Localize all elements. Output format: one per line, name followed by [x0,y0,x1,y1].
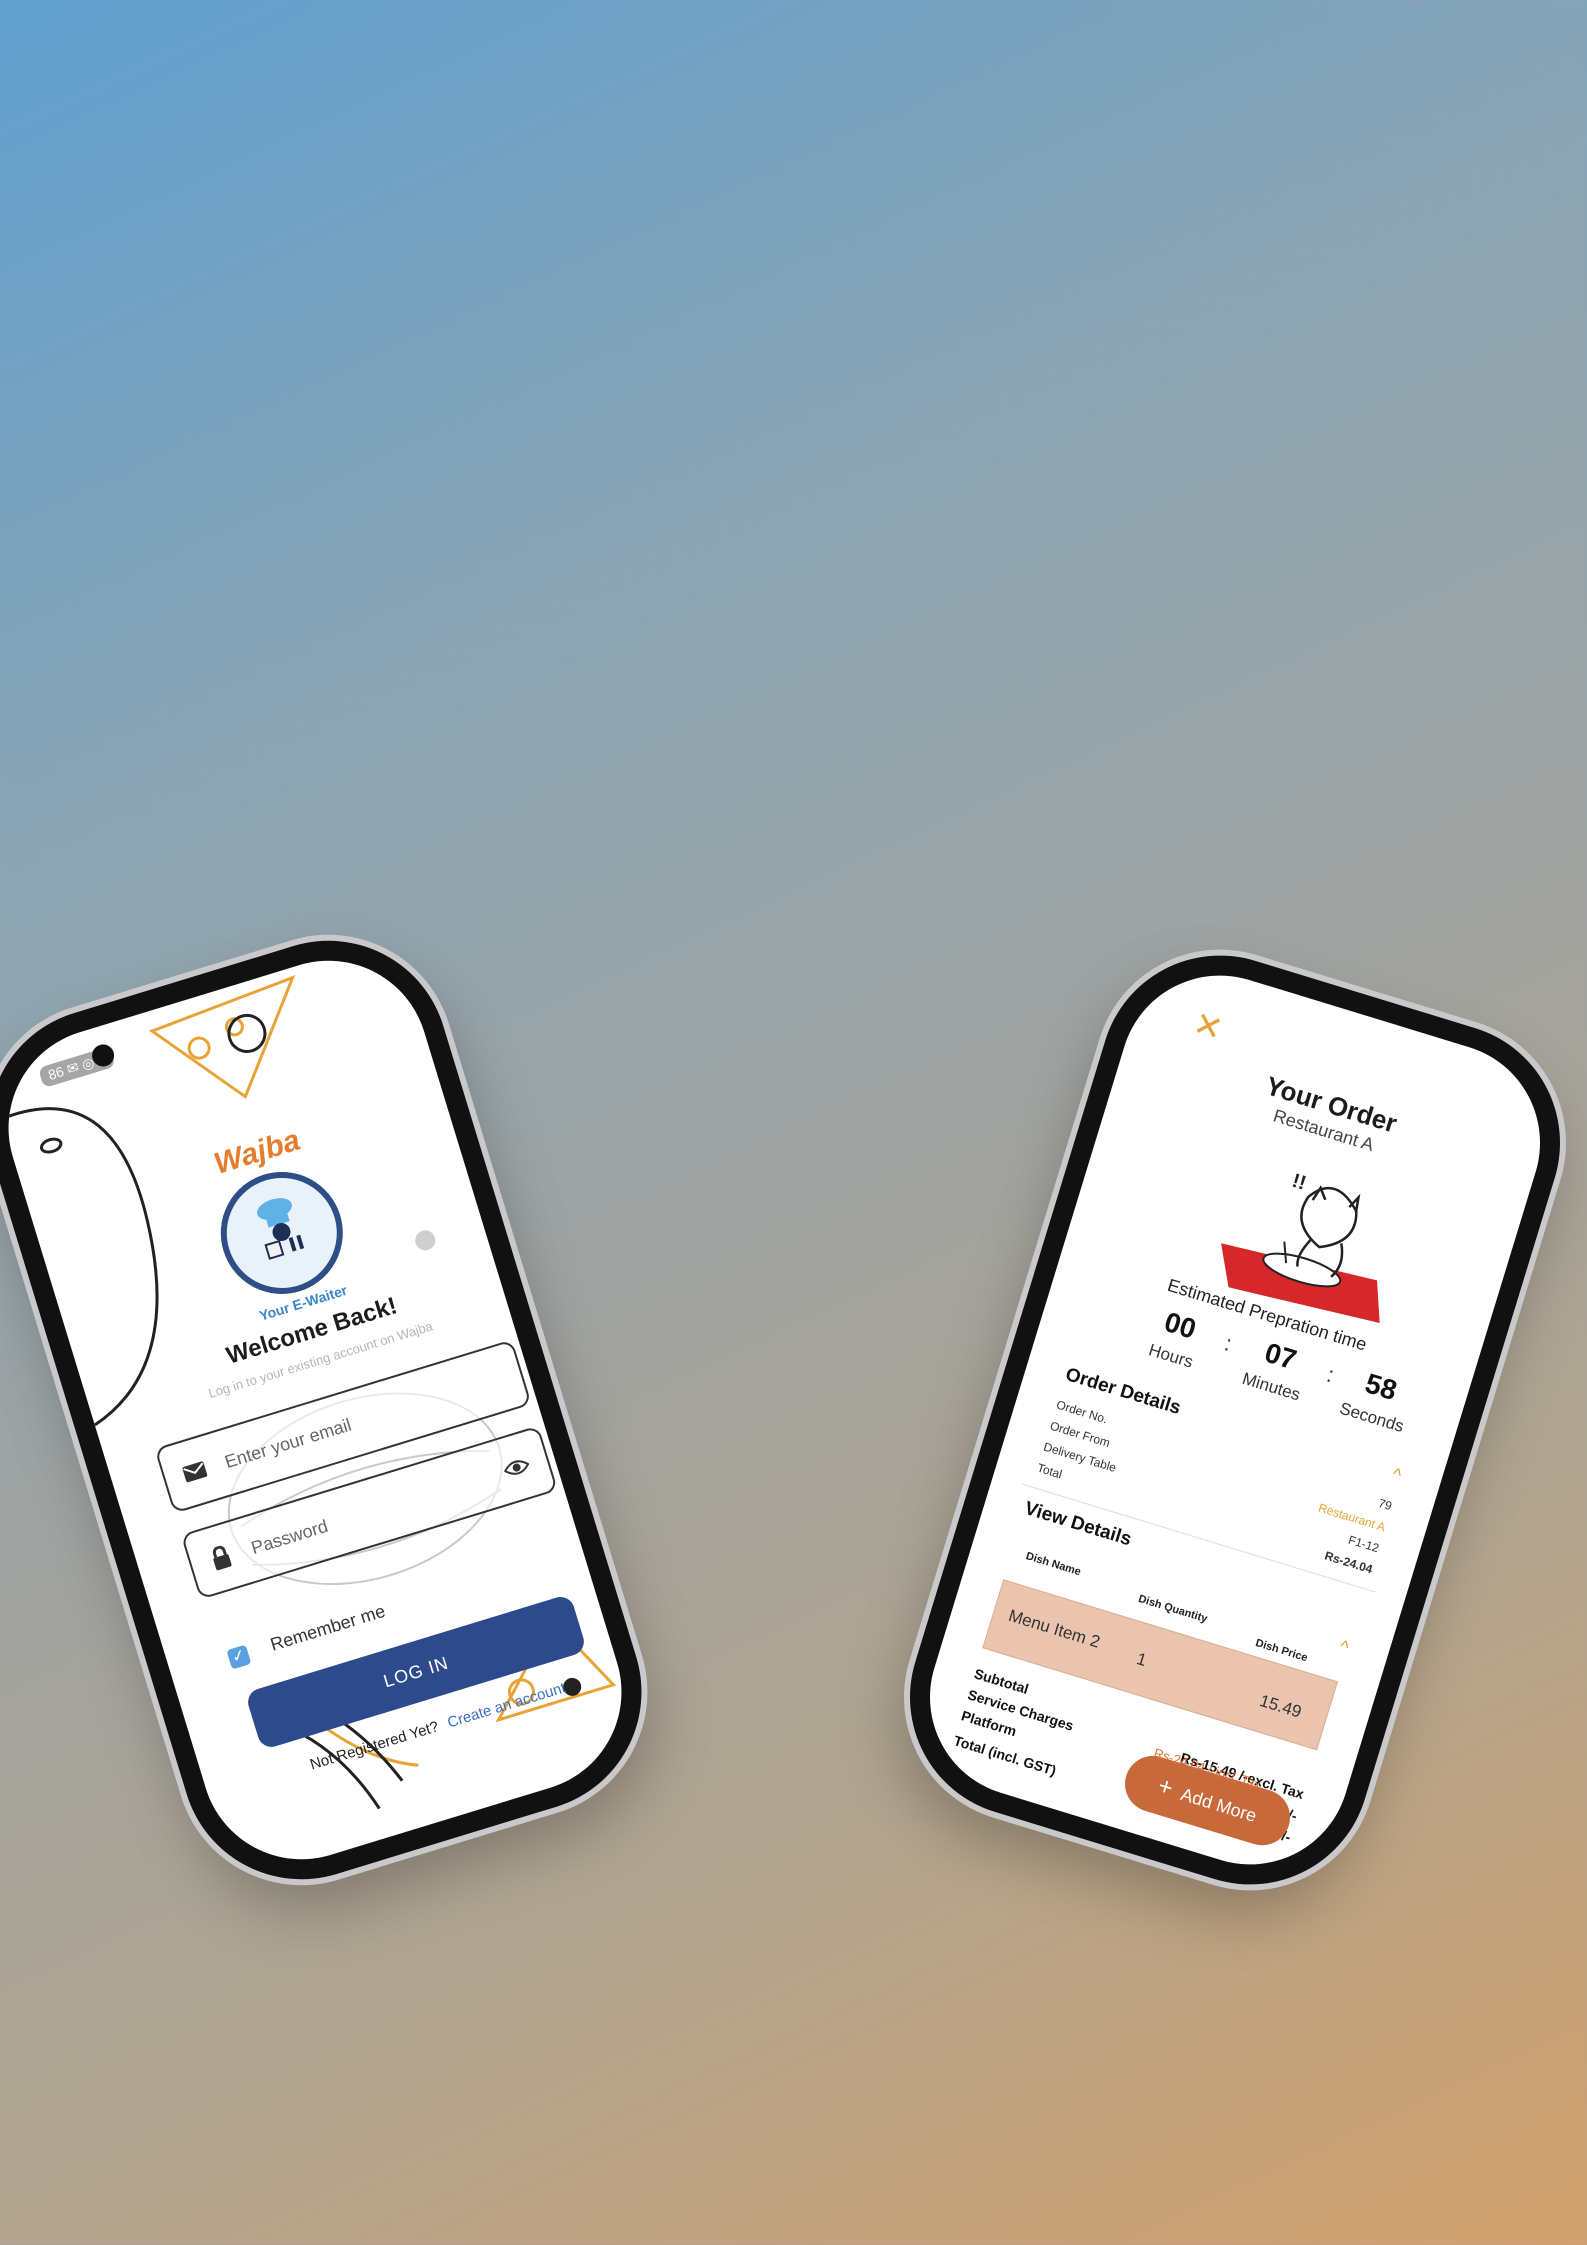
total-incl-gst-label: Total (incl. GST) [951,1732,1059,1779]
chef-hat-icon [257,1198,305,1260]
dish-quantity-header: Dish Quantity [1136,1592,1209,1626]
dish-name-cell: Menu Item 2 [1006,1605,1103,1652]
timer-separator: : [1221,1330,1235,1357]
order-title: Your Order [1262,1070,1401,1139]
add-more-button[interactable]: Rs-24.04 /-incl. Tax + Add More [1118,1745,1297,1853]
mail-icon [182,1461,208,1483]
view-details-title: View Details [1022,1497,1134,1551]
svg-text:!!: !! [1289,1170,1308,1195]
timer-separator: : [1323,1361,1338,1388]
total-label: Total [1035,1460,1064,1482]
add-more-label: Add More [1178,1784,1259,1827]
dish-price-cell: 15.49 [1257,1691,1304,1722]
order-phone: ✕ Your Order Restaurant A !! Estimated P… [880,925,1587,1915]
eye-icon[interactable] [501,1452,533,1483]
order-screen: ✕ Your Order Restaurant A !! Estimated P… [905,950,1565,1890]
total-value: Rs-24.04 [1322,1548,1375,1577]
dish-quantity-cell: 1 [1134,1649,1149,1671]
chevron-up-icon[interactable]: ^ [1337,1636,1351,1659]
chevron-up-icon[interactable]: ^ [1390,1464,1404,1487]
dish-name-header: Dish Name [1024,1550,1083,1579]
timer-hours: 00 Hours [1130,1299,1223,1378]
timer-seconds: 58 Seconds [1330,1360,1423,1439]
timer-minutes: 07 Minutes [1230,1330,1323,1409]
plus-icon: + [1154,1772,1177,1803]
login-screen: 86 ✉ ◎ ▮ Wajba Your E-Waiter Welcome Bac… [0,935,647,1885]
delivery-table-value: F1-12 [1346,1532,1381,1556]
lock-icon [212,1545,232,1571]
close-icon[interactable]: ✕ [1189,1005,1227,1050]
login-phone: 86 ✉ ◎ ▮ Wajba Your E-Waiter Welcome Bac… [0,910,672,1910]
order-no-value: 79 [1376,1495,1394,1514]
